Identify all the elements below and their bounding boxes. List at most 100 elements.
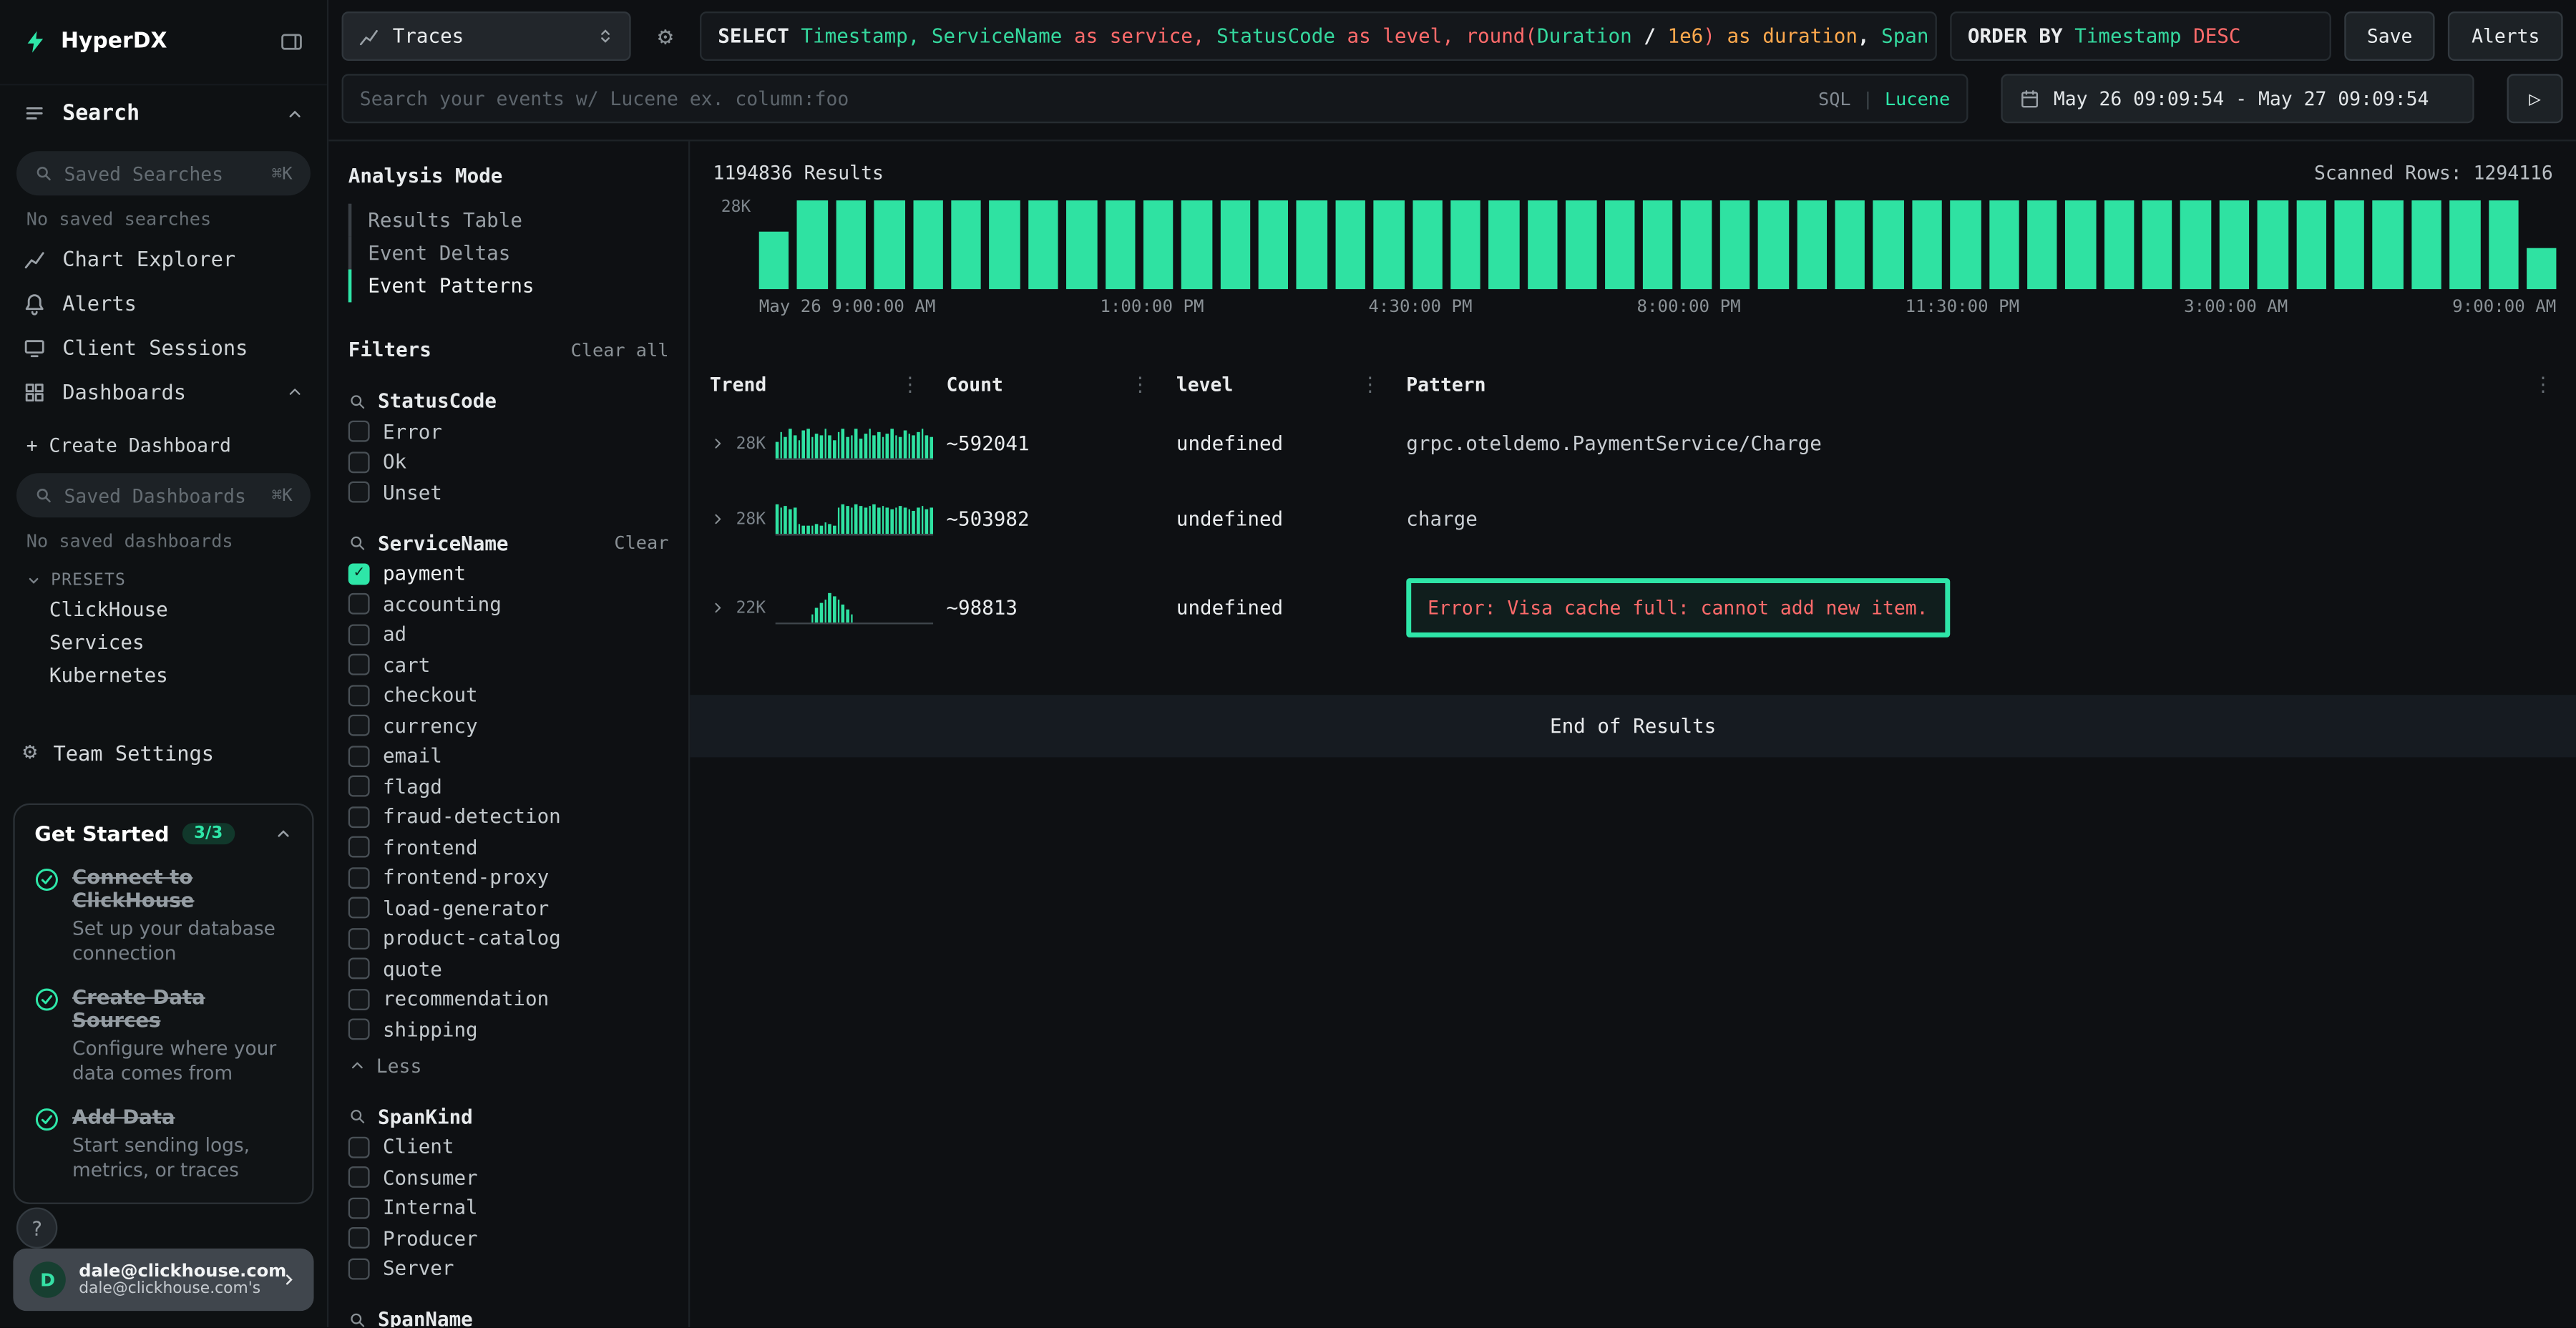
facet-option-shipping[interactable]: shipping (348, 1017, 669, 1040)
checkbox[interactable] (348, 1258, 370, 1279)
checkbox[interactable] (348, 593, 370, 615)
saved-dashboards-input[interactable]: Saved Dashboards ⌘K (16, 473, 311, 517)
facet-option-email[interactable]: email (348, 744, 669, 767)
facet-option-fraud-detection[interactable]: fraud-detection (348, 805, 669, 828)
expand-row-icon[interactable] (710, 435, 726, 451)
column-menu-icon[interactable]: ⋮ (2533, 373, 2553, 396)
column-menu-icon[interactable]: ⋮ (900, 373, 920, 396)
facet-option-load-generator[interactable]: load-generator (348, 896, 669, 919)
get-started-item-connect-to-clickhouse[interactable]: Connect to ClickHouseSet up your databas… (34, 866, 292, 966)
pattern-row[interactable]: 28K~592041undefinedgrpc.oteldemo.Payment… (710, 406, 2557, 482)
sidebar-item-team-settings[interactable]: ⚙ Team Settings (0, 728, 327, 777)
expand-row-icon[interactable] (710, 600, 726, 616)
checkbox[interactable] (348, 776, 370, 797)
checkbox[interactable] (348, 1227, 370, 1249)
alerts-button[interactable]: Alerts (2449, 11, 2563, 61)
checkbox[interactable] (348, 715, 370, 736)
highlighted-error-pattern[interactable]: Error: Visa cache full: cannot add new i… (1406, 578, 1949, 638)
presets-toggle[interactable]: PRESETS (0, 559, 327, 593)
mode-divider: | (1863, 88, 1873, 109)
facet-option-payment[interactable]: ✓payment (348, 562, 669, 585)
sql-select-input[interactable]: SELECT Timestamp, ServiceName as service… (700, 11, 1936, 61)
facet-option-client[interactable]: Client (348, 1135, 669, 1158)
facet-option-producer[interactable]: Producer (348, 1226, 669, 1249)
checkbox[interactable] (348, 623, 370, 645)
source-settings-button[interactable]: ⚙ (644, 11, 687, 61)
facet-option-server[interactable]: Server (348, 1256, 669, 1279)
lucene-mode-toggle[interactable]: Lucene (1885, 88, 1950, 109)
get-started-item-create-data-sources[interactable]: Create Data SourcesConfigure where your … (34, 985, 292, 1085)
column-menu-icon[interactable]: ⋮ (1131, 373, 1151, 396)
analysis-mode-event-deltas[interactable]: Event Deltas (348, 237, 669, 270)
clear-all-link[interactable]: Clear all (571, 339, 669, 361)
source-select[interactable]: Traces (342, 11, 631, 61)
help-button[interactable]: ? (16, 1207, 57, 1248)
column-menu-icon[interactable]: ⋮ (1360, 373, 1380, 396)
checkbox[interactable] (348, 806, 370, 827)
checkbox[interactable] (348, 866, 370, 888)
pattern-row[interactable]: 22K~98813undefinedError: Visa cache full… (710, 557, 2557, 658)
facet-clear-link[interactable]: Clear (614, 532, 668, 554)
checkbox-checked[interactable]: ✓ (348, 562, 370, 584)
facet-option-cart[interactable]: cart (348, 653, 669, 676)
checkbox[interactable] (348, 958, 370, 980)
user-menu[interactable]: D dale@clickhouse.com dale@clickhouse.co… (13, 1249, 313, 1311)
order-by-input[interactable]: ORDER BY Timestamp DESC (1950, 11, 2331, 61)
analysis-mode-results-table[interactable]: Results Table (348, 204, 669, 237)
facet-option-quote[interactable]: quote (348, 957, 669, 980)
sidebar-collapse-icon[interactable] (279, 29, 303, 54)
histogram-bar (1450, 200, 1480, 289)
checkbox[interactable] (348, 1197, 370, 1219)
checkbox[interactable] (348, 421, 370, 442)
checkbox[interactable] (348, 654, 370, 675)
checkbox[interactable] (348, 988, 370, 1010)
facet-option-checkout[interactable]: checkout (348, 683, 669, 706)
facet-option-currency[interactable]: currency (348, 714, 669, 737)
sidebar-item-chart-explorer[interactable]: Chart Explorer (0, 237, 327, 281)
facet-option-consumer[interactable]: Consumer (348, 1166, 669, 1188)
run-query-button[interactable]: ▷ (2507, 74, 2563, 123)
get-started-item-add-data[interactable]: Add DataStart sending logs, metrics, or … (34, 1105, 292, 1183)
facet-option-frontend-proxy[interactable]: frontend-proxy (348, 866, 669, 889)
chevron-up-icon[interactable] (274, 825, 292, 843)
facet-option-ok[interactable]: Ok (348, 450, 669, 473)
sidebar-item-dashboards[interactable]: Dashboards (0, 370, 327, 414)
sidebar-item-client-sessions[interactable]: Client Sessions (0, 326, 327, 370)
checkbox[interactable] (348, 836, 370, 858)
event-search-input[interactable]: Search your events w/ Lucene ex. column:… (342, 74, 1968, 123)
pattern-row[interactable]: 28K~503982undefinedcharge (710, 482, 2557, 557)
checkbox[interactable] (348, 897, 370, 919)
date-range-input[interactable]: May 26 09:09:54 - May 27 09:09:54 (2001, 74, 2474, 123)
facet-option-ad[interactable]: ad (348, 622, 669, 645)
expand-row-icon[interactable] (710, 511, 726, 527)
checkbox[interactable] (348, 1166, 370, 1188)
sidebar-item-alerts[interactable]: Alerts (0, 281, 327, 326)
facet-option-unset[interactable]: Unset (348, 481, 669, 504)
facet-option-error[interactable]: Error (348, 420, 669, 443)
facet-option-flagd[interactable]: flagd (348, 775, 669, 798)
facet-option-accounting[interactable]: accounting (348, 592, 669, 615)
checkbox[interactable] (348, 745, 370, 766)
sidebar-item-kubernetes[interactable]: Kubernetes (0, 659, 327, 692)
checkbox[interactable] (348, 1018, 370, 1040)
sidebar-item-services[interactable]: Services (0, 626, 327, 659)
facet-option-internal[interactable]: Internal (348, 1196, 669, 1219)
sidebar-item-search[interactable]: Search (0, 85, 327, 141)
create-dashboard-button[interactable]: + Create Dashboard (0, 414, 327, 464)
facet-option-recommendation[interactable]: recommendation (348, 987, 669, 1010)
save-button[interactable]: Save (2344, 11, 2436, 61)
events-histogram[interactable]: 28K (710, 200, 2557, 289)
checkbox[interactable] (348, 451, 370, 472)
checkbox[interactable] (348, 482, 370, 503)
sql-mode-toggle[interactable]: SQL (1818, 88, 1851, 109)
analysis-mode-event-patterns[interactable]: Event Patterns (348, 270, 669, 303)
checkbox[interactable] (348, 927, 370, 949)
sidebar-item-clickhouse[interactable]: ClickHouse (0, 593, 327, 626)
show-less-link[interactable]: Less (348, 1054, 669, 1077)
checkbox[interactable] (348, 1136, 370, 1158)
saved-searches-input[interactable]: Saved Searches ⌘K (16, 151, 311, 195)
facet-option-frontend[interactable]: frontend (348, 835, 669, 858)
checkbox[interactable] (348, 684, 370, 706)
facet-option-product-catalog[interactable]: product-catalog (348, 927, 669, 949)
brand[interactable]: HyperDX (23, 29, 167, 54)
